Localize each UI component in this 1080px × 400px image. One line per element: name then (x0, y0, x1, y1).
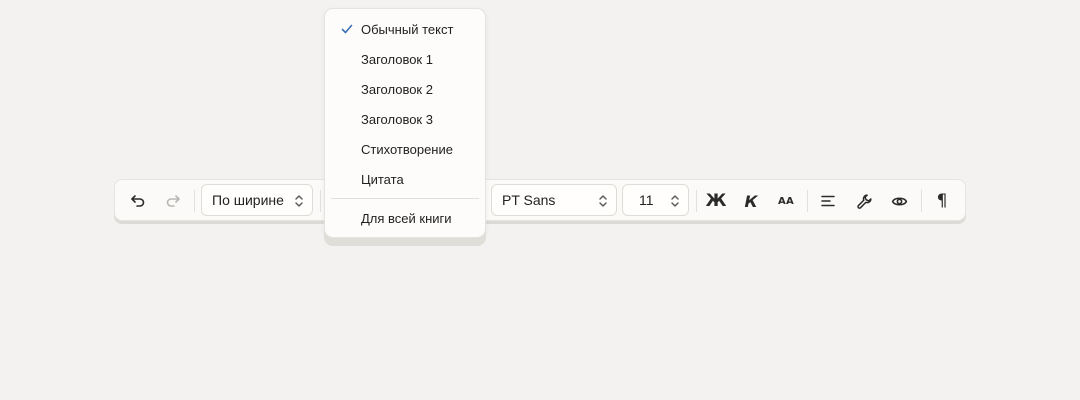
toolbar-divider (921, 190, 922, 212)
menu-item-label: Заголовок 2 (361, 81, 433, 97)
menu-item-heading-1[interactable]: Заголовок 1 (325, 44, 485, 74)
paragraph-style-menu: Обычный текст Заголовок 1 Заголовок 2 За… (324, 8, 486, 238)
menu-divider (331, 198, 479, 199)
bold-label: Ж (705, 191, 727, 211)
menu-item-heading-3[interactable]: Заголовок 3 (325, 104, 485, 134)
alignment-select[interactable]: По ширине (201, 184, 313, 216)
updown-chevron-icon (671, 195, 679, 207)
menu-item-poem[interactable]: Стихотворение (325, 134, 485, 164)
formatting-toolbar: По ширине PT Sans 11 Ж К AA ¶ (114, 179, 966, 221)
redo-icon (166, 195, 180, 207)
font-size-select-value: 11 (639, 192, 654, 208)
eye-icon (891, 197, 907, 205)
check-icon (341, 24, 353, 34)
editor-canvas: По ширине PT Sans 11 Ж К AA ¶ Обычный те… (0, 0, 1080, 400)
undo-icon (131, 195, 145, 207)
menu-item-label: Стихотворение (361, 141, 453, 157)
text-align-button[interactable] (815, 188, 841, 214)
align-left-icon (821, 195, 835, 207)
wrench-icon (856, 193, 872, 209)
italic-label: К (744, 191, 758, 211)
font-family-select[interactable]: PT Sans (491, 184, 617, 216)
menu-item-label: Цитата (361, 171, 404, 187)
pilcrow-icon: ¶ (936, 191, 948, 211)
bold-button[interactable]: Ж (703, 188, 729, 214)
updown-chevron-icon (599, 195, 607, 207)
text-case-label: AA (777, 195, 795, 207)
updown-chevron-icon (295, 195, 303, 207)
toolbar-divider (696, 190, 697, 212)
paragraph-marks-button[interactable]: ¶ (929, 188, 955, 214)
undo-button[interactable] (125, 188, 151, 214)
redo-button[interactable] (160, 188, 186, 214)
menu-item-label: Заголовок 1 (361, 51, 433, 67)
font-size-select[interactable]: 11 (622, 184, 689, 216)
menu-item-quote[interactable]: Цитата (325, 164, 485, 194)
menu-item-label: Для всей книги (361, 210, 452, 226)
menu-item-plain-text[interactable]: Обычный текст (325, 14, 485, 44)
toolbar-divider (194, 190, 195, 212)
font-family-select-value: PT Sans (502, 192, 556, 208)
menu-item-heading-2[interactable]: Заголовок 2 (325, 74, 485, 104)
menu-item-label: Обычный текст (361, 21, 454, 37)
tools-button[interactable] (851, 188, 877, 214)
text-case-button[interactable]: AA (773, 188, 799, 214)
toolbar-divider (807, 190, 808, 212)
menu-item-label: Заголовок 3 (361, 111, 433, 127)
menu-item-apply-whole-book[interactable]: Для всей книги (325, 203, 485, 233)
preview-button[interactable] (886, 188, 912, 214)
italic-button[interactable]: К (738, 188, 764, 214)
alignment-select-value: По ширине (212, 192, 284, 208)
toolbar-divider (320, 190, 321, 212)
